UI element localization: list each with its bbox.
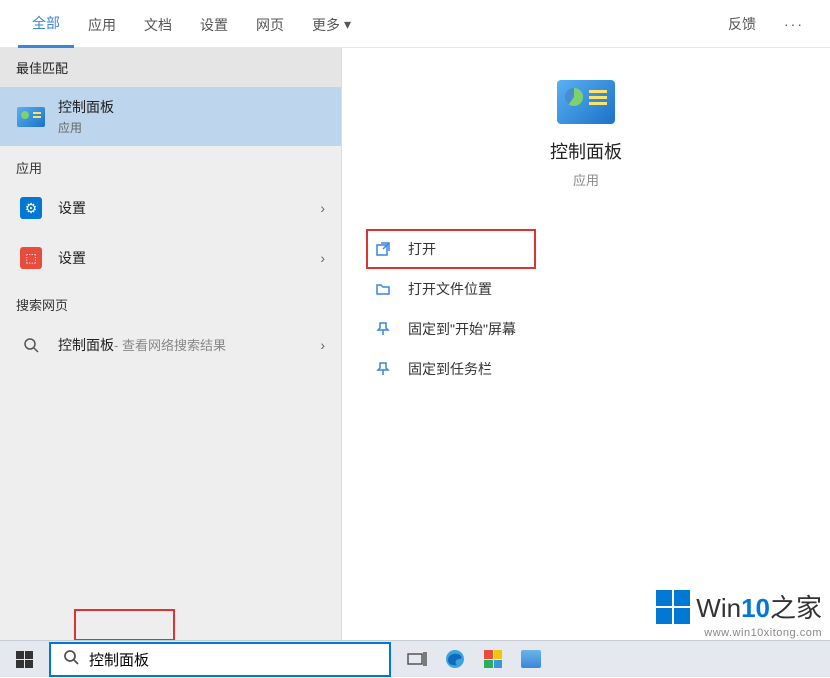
task-view-icon[interactable] <box>405 647 429 671</box>
action-pin-start[interactable]: 固定到"开始"屏幕 <box>366 309 806 349</box>
chevron-right-icon: › <box>320 200 325 216</box>
settings-icon: ⬚ <box>16 243 46 273</box>
watermark-brand: Win10之家 <box>696 588 822 625</box>
result-subtitle: - 查看网络搜索结果 <box>114 335 226 354</box>
control-panel-icon <box>16 102 46 132</box>
section-best-match: 最佳匹配 <box>0 48 341 87</box>
control-panel-large-icon <box>557 80 615 124</box>
more-options-icon[interactable]: ··· <box>776 8 812 40</box>
filter-tabs: 全部 应用 文档 设置 网页 更多 ▾ 反馈 ··· <box>0 0 830 48</box>
folder-icon <box>374 281 392 297</box>
action-label: 打开 <box>408 239 436 259</box>
result-title: 设置 <box>58 198 320 218</box>
result-settings-1[interactable]: ⚙ 设置 › <box>0 183 341 233</box>
gear-icon: ⚙ <box>16 193 46 223</box>
actions-list: 打开 打开文件位置 固定到"开始"屏幕 固定到任务栏 <box>342 229 830 389</box>
feedback-link[interactable]: 反馈 <box>720 6 764 42</box>
chevron-right-icon: › <box>320 250 325 266</box>
preview-title: 控制面板 <box>342 138 830 164</box>
app-icon-1[interactable] <box>481 647 505 671</box>
action-label: 固定到任务栏 <box>408 359 492 379</box>
taskbar <box>0 640 830 677</box>
tab-more-label: 更多 <box>312 15 340 35</box>
pin-icon <box>374 321 392 337</box>
result-title: 设置 <box>58 248 320 268</box>
chevron-right-icon: › <box>320 337 325 353</box>
tab-documents[interactable]: 文档 <box>130 1 186 47</box>
tab-apps[interactable]: 应用 <box>74 1 130 47</box>
action-pin-taskbar[interactable]: 固定到任务栏 <box>366 349 806 389</box>
preview-subtitle: 应用 <box>342 170 830 189</box>
action-label: 打开文件位置 <box>408 279 492 299</box>
result-title: 控制面板 <box>58 97 325 117</box>
open-icon <box>374 241 392 257</box>
tab-settings[interactable]: 设置 <box>186 1 242 47</box>
action-label: 固定到"开始"屏幕 <box>408 319 516 339</box>
start-button[interactable] <box>0 641 48 678</box>
chevron-down-icon: ▾ <box>344 16 351 33</box>
taskbar-search[interactable] <box>49 642 391 677</box>
edge-icon[interactable] <box>443 647 467 671</box>
app-icon-2[interactable] <box>519 647 543 671</box>
result-control-panel[interactable]: 控制面板 应用 <box>0 87 341 146</box>
tab-more[interactable]: 更多 ▾ <box>298 1 365 47</box>
action-open-location[interactable]: 打开文件位置 <box>366 269 806 309</box>
taskbar-icons <box>405 647 543 671</box>
windows-logo-icon <box>16 651 33 668</box>
tab-all[interactable]: 全部 <box>18 0 74 48</box>
result-web-search[interactable]: 控制面板 - 查看网络搜索结果 › <box>0 320 341 370</box>
result-title: 控制面板 <box>58 335 114 355</box>
section-web: 搜索网页 <box>0 283 341 320</box>
watermark-url: www.win10xitong.com <box>656 627 822 639</box>
pin-icon <box>374 361 392 377</box>
search-icon <box>63 649 79 670</box>
watermark: Win10之家 www.win10xitong.com <box>656 588 822 639</box>
result-settings-2[interactable]: ⬚ 设置 › <box>0 233 341 283</box>
windows-logo-icon <box>656 590 690 624</box>
section-apps: 应用 <box>0 146 341 183</box>
search-icon <box>16 330 46 360</box>
results-panel: 最佳匹配 控制面板 应用 应用 ⚙ 设置 › ⬚ 设置 › 搜索 <box>0 48 342 640</box>
preview-panel: 控制面板 应用 打开 打开文件位置 固定到"开始"屏幕 <box>342 48 830 640</box>
search-input[interactable] <box>89 651 377 668</box>
action-open[interactable]: 打开 <box>366 229 536 269</box>
result-subtitle: 应用 <box>58 119 325 136</box>
tab-web[interactable]: 网页 <box>242 1 298 47</box>
